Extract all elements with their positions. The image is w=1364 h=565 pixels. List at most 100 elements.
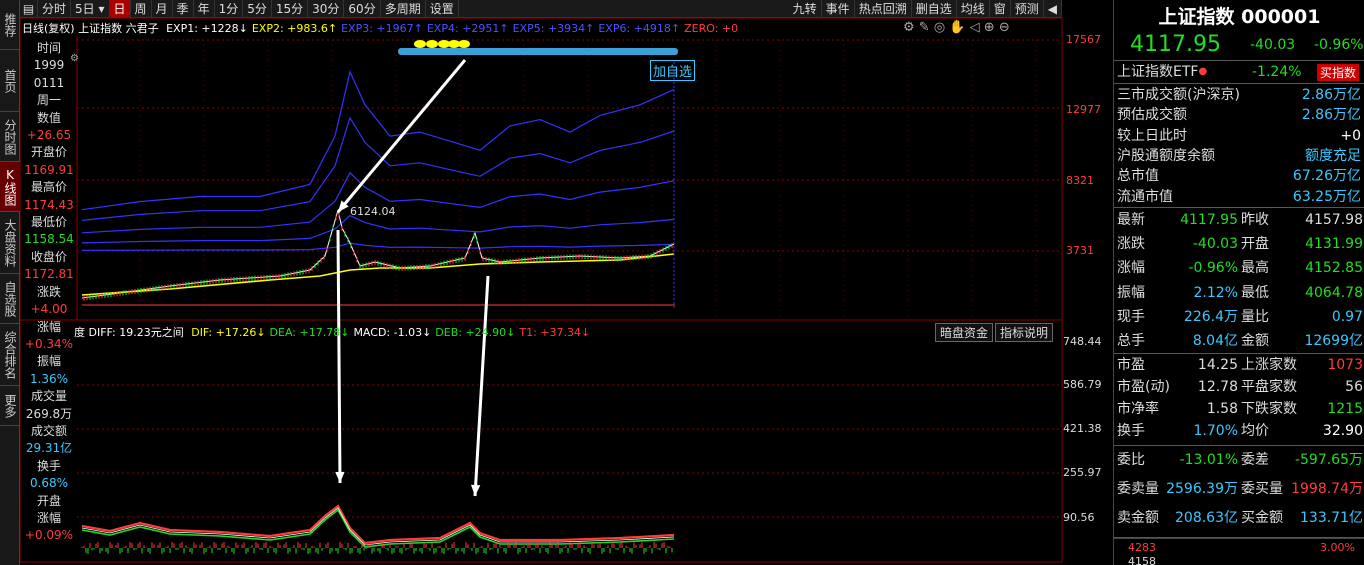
open-pct-label2: 涨幅	[36, 510, 61, 525]
annotation-arrow-2-head	[335, 471, 345, 483]
macd-item-4: T1: +37.34↓	[519, 326, 591, 339]
value-label: 数值	[36, 110, 61, 125]
macd-axis-tick: 255.97	[1063, 466, 1102, 479]
annotation-arrow-1	[336, 59, 467, 213]
left-tab-3[interactable]: K线图	[0, 162, 20, 212]
bar-info-panel: 时间 1999 0111 周一 数值 +26.65 开盘价 1169.91 最高…	[21, 40, 77, 542]
macd-t1-line	[81, 504, 675, 545]
envelope-band-2	[81, 214, 675, 244]
main-axis-tick: 3731	[1066, 244, 1094, 257]
legend-item-2: EXP3: +1967↑	[341, 22, 423, 35]
grid-label-2-b: 最高	[1241, 260, 1269, 277]
period-tab-7[interactable]: 1分	[215, 0, 244, 18]
grid2-label-3-b: 均价	[1241, 423, 1269, 439]
back-icon[interactable]: ◁	[970, 20, 980, 35]
settings-icon[interactable]: ⚙	[903, 20, 915, 35]
left-tab-1[interactable]: 首页	[0, 50, 20, 112]
grid-label-4-b: 量比	[1241, 308, 1269, 325]
envelope-band-1	[81, 242, 675, 251]
period-tab-0[interactable]: 分时	[38, 0, 72, 18]
period-tab-5[interactable]: 季	[173, 0, 194, 18]
grid2-value-2-b: 1215	[1327, 401, 1363, 417]
grid-label-1-b: 开盘	[1241, 236, 1269, 253]
kline-chart-area[interactable]	[20, 18, 1113, 565]
order-label-1-b: 委买量	[1241, 481, 1283, 497]
etf-label[interactable]: 上证指数ETF●	[1117, 62, 1207, 82]
left-tab-6[interactable]: 综合排名	[0, 324, 20, 386]
tool-button-4[interactable]: 均线	[957, 0, 990, 18]
hand-icon[interactable]: ✋	[949, 20, 965, 35]
grid2-value-2-a: 1.58	[1206, 401, 1238, 417]
tool-button-6[interactable]: 预测	[1011, 0, 1044, 18]
stat-value-5: 63.25万亿	[1292, 188, 1361, 205]
amt-value: 29.31亿	[25, 441, 73, 456]
indicator-help-button[interactable]: 指标说明	[995, 323, 1054, 342]
amp-value: 1.36%	[29, 371, 69, 386]
zoom-out-icon[interactable]: ⊖	[999, 20, 1010, 35]
turn-value: 0.68%	[29, 476, 69, 491]
grid2-value-3-a: 1.70%	[1193, 423, 1238, 439]
period-tab-6[interactable]: 年	[194, 0, 215, 18]
stat-label-2: 较上日此时	[1117, 127, 1187, 144]
macd-prefix: 度 DIFF: 19.23元之间	[74, 326, 184, 339]
menu-icon[interactable]: ▤	[20, 0, 38, 18]
order-value-0-b: -597.65万	[1294, 452, 1363, 468]
dark-funds-button[interactable]: 暗盘资金	[935, 323, 994, 342]
left-tab-7[interactable]: 更多	[0, 386, 20, 426]
period-tab-11[interactable]: 60分	[344, 0, 381, 18]
stat-value-2: +0	[1340, 127, 1361, 144]
legend-indicator: 六君子	[125, 22, 159, 35]
open-value: 1169.91	[24, 162, 74, 177]
order-label-1-a: 委卖量	[1117, 481, 1159, 497]
grid-value-0-a: 4117.95	[1180, 212, 1238, 228]
period-tab-13[interactable]: 设置	[426, 0, 459, 18]
period-tab-9[interactable]: 15分	[272, 0, 309, 18]
period-tab-10[interactable]: 30分	[308, 0, 345, 18]
grid-value-3-a: 2.12%	[1193, 284, 1238, 301]
left-tab-0[interactable]: 推荐	[0, 0, 20, 50]
period-tab-3[interactable]: 周	[131, 0, 152, 18]
tool-button-0[interactable]: 九转	[789, 0, 822, 18]
legend-item-5: EXP6: +4918↑	[598, 22, 681, 35]
high-label: 最高价	[30, 180, 67, 195]
mini-right: 3.00%	[1320, 541, 1355, 554]
left-tab-2[interactable]: 分时图	[0, 112, 20, 162]
chg-value: +4.00	[30, 302, 68, 317]
legend-item-3: EXP4: +2951↑	[426, 22, 509, 35]
target-icon[interactable]: ◎	[934, 20, 945, 35]
time-date: 0111	[33, 75, 65, 90]
buy-index-button[interactable]: 买指数	[1317, 64, 1360, 81]
left-tab-5[interactable]: 自选股	[0, 274, 20, 324]
tool-button-2[interactable]: 热点回溯	[855, 0, 912, 18]
period-tab-4[interactable]: 月	[152, 0, 173, 18]
chg-label: 涨跌	[36, 284, 61, 299]
grid2-value-0-b: 1073	[1327, 357, 1363, 373]
tool-button-3[interactable]: 删自选	[912, 0, 957, 18]
grid-value-1-b: 4131.99	[1305, 236, 1363, 253]
stat-label-4: 总市值	[1117, 168, 1159, 185]
period-tab-8[interactable]: 5分	[243, 0, 272, 18]
tool-button-5[interactable]: 窗	[990, 0, 1011, 18]
collapse-left-icon[interactable]: ◀	[1044, 0, 1062, 18]
pct-value: +0.34%	[24, 336, 74, 351]
left-tab-bar: 推荐 首页 分时图 K线图 大盘资料 自选股 综合排名 更多	[0, 0, 20, 565]
add-watchlist-button[interactable]: 加自选	[650, 60, 696, 81]
signal-dot	[426, 40, 438, 48]
main-axis-tick: 12977	[1066, 103, 1101, 116]
period-tab-2[interactable]: 日	[109, 0, 131, 18]
grid-label-5-a: 总手	[1117, 333, 1145, 349]
signal-strip	[398, 48, 678, 55]
annotation-arrow-3-head	[470, 484, 481, 496]
zoom-in-icon[interactable]: ⊕	[984, 20, 995, 35]
period-tab-1[interactable]: 5日 ▾	[71, 0, 110, 18]
grid2-value-3-b: 32.90	[1322, 423, 1363, 439]
left-tab-4[interactable]: 大盘资料	[0, 212, 20, 274]
tool-button-1[interactable]: 事件	[822, 0, 855, 18]
period-tab-12[interactable]: 多周期	[381, 0, 426, 18]
grid-value-2-a: -0.96%	[1188, 260, 1238, 277]
order-label-2-a: 卖金额	[1117, 510, 1159, 526]
draw-icon[interactable]: ✎	[919, 20, 930, 35]
stat-value-3: 额度充足	[1305, 147, 1361, 164]
legend-item-1: EXP2: +983.6↑	[251, 22, 338, 35]
mini-chart: 4283 4158 3.00%	[1114, 538, 1364, 565]
